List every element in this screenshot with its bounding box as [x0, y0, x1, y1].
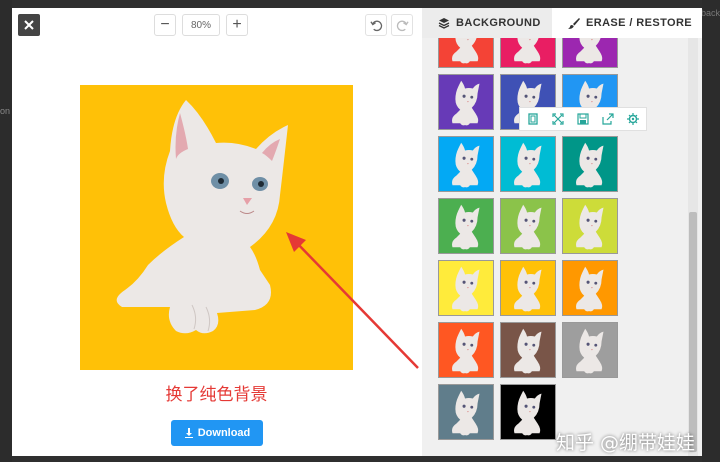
tab-erase-restore-label: ERASE / RESTORE [586, 17, 693, 29]
background-swatch[interactable] [438, 198, 494, 254]
tab-background[interactable]: BACKGROUND [422, 8, 552, 38]
background-swatch[interactable] [562, 260, 618, 316]
history-controls [365, 14, 413, 36]
background-swatch-grid [438, 38, 702, 456]
panel-scrollbar[interactable] [688, 38, 698, 456]
tab-erase-restore[interactable]: ERASE / RESTORE [552, 8, 702, 38]
background-swatch[interactable] [500, 322, 556, 378]
settings-icon [627, 113, 640, 125]
background-page-right-edge: back [700, 0, 720, 462]
save-button[interactable] [577, 113, 589, 125]
zoom-out-button[interactable]: − [154, 14, 176, 36]
save-icon [577, 113, 589, 125]
share-button[interactable] [602, 113, 614, 125]
kitten-thumbnail [576, 266, 604, 312]
background-swatch[interactable] [438, 322, 494, 378]
background-swatch[interactable] [562, 38, 618, 68]
kitten-thumbnail [514, 204, 542, 250]
kitten-thumbnail [514, 142, 542, 188]
share-icon [602, 113, 614, 125]
kitten-thumbnail [576, 142, 604, 188]
background-swatch[interactable] [562, 198, 618, 254]
redo-button[interactable] [391, 14, 413, 36]
background-swatch[interactable] [500, 384, 556, 440]
swatch-edit-toolbar [519, 107, 647, 131]
download-label: Download [197, 427, 251, 439]
left-clipped-text: on [0, 106, 11, 116]
settings-button[interactable] [627, 113, 640, 125]
kitten-thumbnail [452, 142, 480, 188]
background-swatch[interactable] [562, 322, 618, 378]
panel-scrollbar-thumb[interactable] [689, 212, 697, 452]
watermark: 知乎 @绷带娃娃 [556, 432, 696, 454]
background-swatch[interactable] [500, 198, 556, 254]
background-swatch[interactable] [500, 136, 556, 192]
layers-icon [438, 18, 450, 29]
copy-button[interactable] [527, 113, 539, 125]
background-swatch[interactable] [438, 136, 494, 192]
background-swatch[interactable] [438, 260, 494, 316]
image-canvas[interactable] [80, 85, 353, 370]
kitten-thumbnail [514, 266, 542, 312]
fit-button[interactable] [552, 113, 564, 125]
zoom-level: 80% [182, 14, 220, 36]
background-swatch[interactable] [500, 260, 556, 316]
download-button[interactable]: Download [171, 420, 263, 446]
download-icon [184, 428, 193, 438]
kitten-thumbnail [576, 38, 603, 64]
right-panel: BACKGROUND ERASE / RESTORE [422, 8, 702, 456]
kitten-thumbnail [576, 328, 604, 374]
copy-icon [527, 113, 538, 125]
background-swatch[interactable] [562, 136, 618, 192]
undo-icon [369, 20, 382, 31]
undo-button[interactable] [365, 14, 387, 36]
image-editor-modal: − 80% + 换了纯色背景 Download BACKGROUND ERASE… [12, 8, 702, 456]
kitten-thumbnail [452, 38, 479, 64]
kitten-thumbnail [514, 38, 541, 64]
caption-text: 换了纯色背景 [165, 385, 268, 405]
zoom-in-button[interactable]: + [226, 14, 248, 36]
kitten-thumbnail [452, 328, 480, 374]
close-button[interactable] [18, 14, 40, 36]
close-icon [24, 20, 34, 30]
background-page-left-edge: on [0, 0, 12, 462]
tab-background-label: BACKGROUND [456, 17, 541, 29]
kitten-thumbnail [452, 390, 480, 436]
kitten-image [116, 100, 288, 334]
right-clipped-text: back [700, 8, 720, 18]
kitten-thumbnail [452, 80, 480, 126]
redo-icon [396, 20, 409, 31]
kitten-thumbnail [452, 204, 480, 250]
background-swatch[interactable] [438, 74, 494, 130]
kitten-thumbnail [514, 328, 542, 374]
zoom-controls: − 80% + [154, 14, 248, 36]
background-swatch[interactable] [500, 38, 556, 68]
kitten-thumbnail [576, 204, 604, 250]
kitten-thumbnail [452, 266, 480, 312]
brush-icon [568, 18, 580, 29]
kitten-thumbnail [514, 390, 542, 436]
panel-tabs: BACKGROUND ERASE / RESTORE [422, 8, 702, 38]
fit-icon [552, 113, 564, 125]
background-swatch[interactable] [438, 38, 494, 68]
background-swatch[interactable] [438, 384, 494, 440]
